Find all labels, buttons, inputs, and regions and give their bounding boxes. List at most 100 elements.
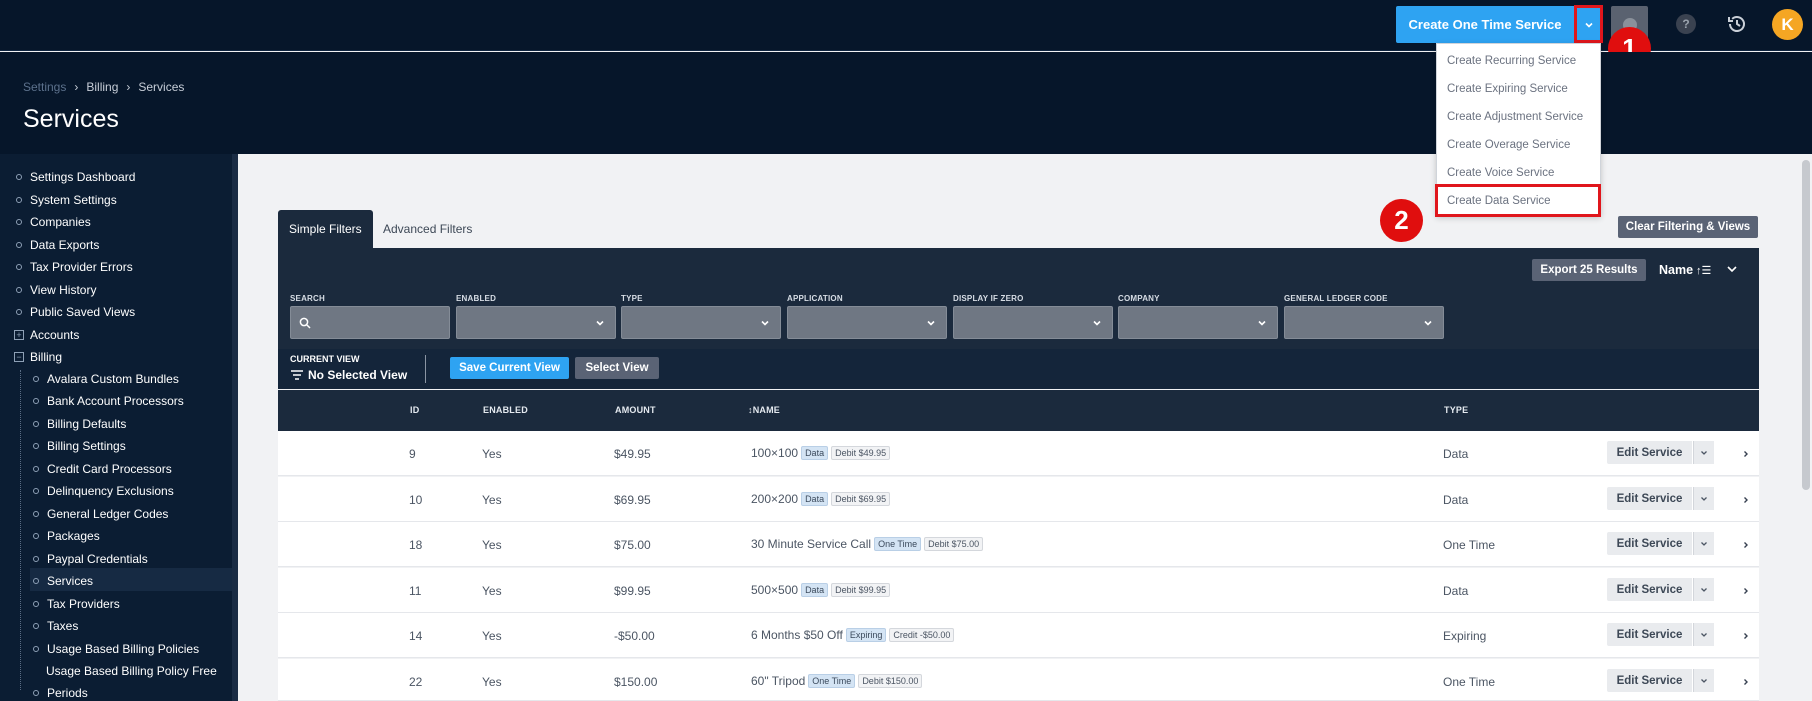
column-header-enabled[interactable]: ENABLED [483,405,528,415]
cell-enabled: Yes [482,629,502,643]
bullet-icon [33,421,39,427]
history-icon[interactable] [1725,12,1749,36]
sidebar-item-usage-based-billing-policies[interactable]: Usage Based Billing Policies [33,642,199,656]
sidebar-item-credit-card-processors[interactable]: Credit Card Processors [33,462,172,476]
sidebar-item-data-exports[interactable]: Data Exports [16,238,99,252]
general-ledger-code-select[interactable] [1284,306,1444,339]
row-expand-icon[interactable] [1740,494,1752,506]
sidebar-item-services[interactable]: Services [33,574,93,588]
sidebar-scrollbar[interactable] [232,154,238,701]
sidebar-item-tax-providers[interactable]: Tax Providers [33,597,120,611]
edit-service-button[interactable]: Edit Service [1607,578,1692,601]
bullet-icon [16,174,22,180]
edit-service-dropdown-toggle[interactable] [1693,532,1714,555]
edit-service-button[interactable]: Edit Service [1607,487,1692,510]
edit-service-button[interactable]: Edit Service [1607,441,1692,464]
breadcrumb-separator: › [74,80,79,94]
chevron-down-icon [1701,541,1707,546]
application-select[interactable] [787,306,947,339]
edit-service-button[interactable]: Edit Service [1607,623,1692,646]
tab-advanced-filters[interactable]: Advanced Filters [372,210,483,248]
cell-amount: $99.95 [614,584,651,598]
edit-service-dropdown-toggle[interactable] [1693,669,1714,692]
create-one-time-service-button[interactable]: Create One Time Service [1396,6,1574,43]
save-current-view-button[interactable]: Save Current View [450,357,569,379]
cell-id: 22 [409,675,423,689]
clear-filtering-button[interactable]: Clear Filtering & Views [1618,216,1758,238]
sidebar-item-accounts[interactable]: + Accounts [14,328,79,342]
sidebar-item-delinquency-exclusions[interactable]: Delinquency Exclusions [33,484,174,498]
sidebar-item-billing-settings[interactable]: Billing Settings [33,439,126,453]
menu-item-create-adjustment-service[interactable]: Create Adjustment Service [1437,103,1600,131]
select-view-button[interactable]: Select View [575,357,659,379]
current-view-label: CURRENT VIEW [290,354,360,364]
page-scrollbar[interactable] [1800,154,1812,701]
edit-service-dropdown-toggle[interactable] [1693,487,1714,510]
export-results-button[interactable]: Export 25 Results [1532,259,1646,281]
menu-item-create-overage-service[interactable]: Create Overage Service [1437,131,1600,159]
breadcrumb-services: Services [138,80,185,94]
row-expand-icon[interactable] [1740,676,1752,688]
edit-service-dropdown-toggle[interactable] [1693,441,1714,464]
sidebar-item-paypal-credentials[interactable]: Paypal Credentials [33,552,148,566]
service-name: 6 Months $50 Off [751,628,843,642]
sidebar-item-label: Credit Card Processors [47,462,172,476]
sidebar-item-tax-provider-errors[interactable]: Tax Provider Errors [16,260,133,274]
sidebar-item-usage-based-billing-policy-free-periods-cont[interactable]: Periods [33,686,88,700]
enabled-select[interactable] [456,306,616,339]
filter-icon [291,370,303,380]
sidebar-item-bank-account-processors[interactable]: Bank Account Processors [33,394,184,408]
sidebar-item-billing-defaults[interactable]: Billing Defaults [33,417,126,431]
sidebar-item-companies[interactable]: Companies [16,215,91,229]
edit-service-dropdown-toggle[interactable] [1693,623,1714,646]
sort-order-icon[interactable]: ↑☰ [1696,264,1711,277]
breadcrumb-settings[interactable]: Settings [23,80,66,94]
scrollbar-thumb[interactable] [1802,160,1810,490]
sidebar-item-label: Accounts [30,328,80,342]
type-tag: Expiring [845,628,887,642]
sidebar-item-label: Paypal Credentials [47,552,148,566]
company-select[interactable] [1118,306,1278,339]
type-tag: One Time [808,674,856,688]
edit-service-button[interactable]: Edit Service [1607,669,1692,692]
menu-item-create-voice-service[interactable]: Create Voice Service [1437,159,1600,187]
sidebar-item-label: Avalara Custom Bundles [47,372,179,386]
sidebar-item-usage-based-billing-policy-free-periods[interactable]: Usage Based Billing Policy Free [46,664,217,678]
bullet-icon [33,646,39,652]
row-expand-icon[interactable] [1740,448,1752,460]
sidebar-item-public-saved-views[interactable]: Public Saved Views [16,305,135,319]
display-if-zero-select[interactable] [953,306,1113,339]
help-icon[interactable]: ? [1676,14,1696,34]
avatar[interactable]: K [1772,9,1803,40]
breadcrumb-billing[interactable]: Billing [86,80,118,94]
menu-item-create-expiring-service[interactable]: Create Expiring Service [1437,75,1600,103]
column-header-name[interactable]: ↕NAME [748,405,780,415]
cell-type: One Time [1443,675,1496,689]
chevron-down-icon[interactable] [1726,263,1738,275]
column-header-id[interactable]: ID [410,405,419,415]
search-input[interactable] [290,306,450,339]
service-name: 60" Tripod [751,674,806,688]
edit-service-dropdown-toggle[interactable] [1693,578,1714,601]
edit-service-button[interactable]: Edit Service [1607,532,1692,555]
sidebar-item-system-settings[interactable]: System Settings [16,193,117,207]
column-header-type[interactable]: TYPE [1444,405,1468,415]
sidebar-item-avalara-custom-bundles[interactable]: Avalara Custom Bundles [33,372,179,386]
sidebar-item-taxes[interactable]: Taxes [33,619,78,633]
bullet-icon [16,242,22,248]
menu-item-create-recurring-service[interactable]: Create Recurring Service [1437,47,1600,75]
sidebar-item-settings-dashboard[interactable]: Settings Dashboard [16,170,135,184]
row-expand-icon[interactable] [1740,539,1752,551]
sort-field-label[interactable]: Name [1659,263,1693,277]
tab-simple-filters[interactable]: Simple Filters [278,210,373,248]
type-select[interactable] [621,306,781,339]
sidebar-item-view-history[interactable]: View History [16,283,96,297]
sidebar-item-billing[interactable]: − Billing [14,350,62,364]
row-expand-icon[interactable] [1740,630,1752,642]
sidebar-item-general-ledger-codes[interactable]: General Ledger Codes [33,507,168,521]
collapse-icon[interactable]: − [14,352,24,362]
expand-icon[interactable]: + [14,330,24,340]
column-header-amount[interactable]: AMOUNT [615,405,656,415]
row-expand-icon[interactable] [1740,585,1752,597]
sidebar-item-packages[interactable]: Packages [33,529,100,543]
